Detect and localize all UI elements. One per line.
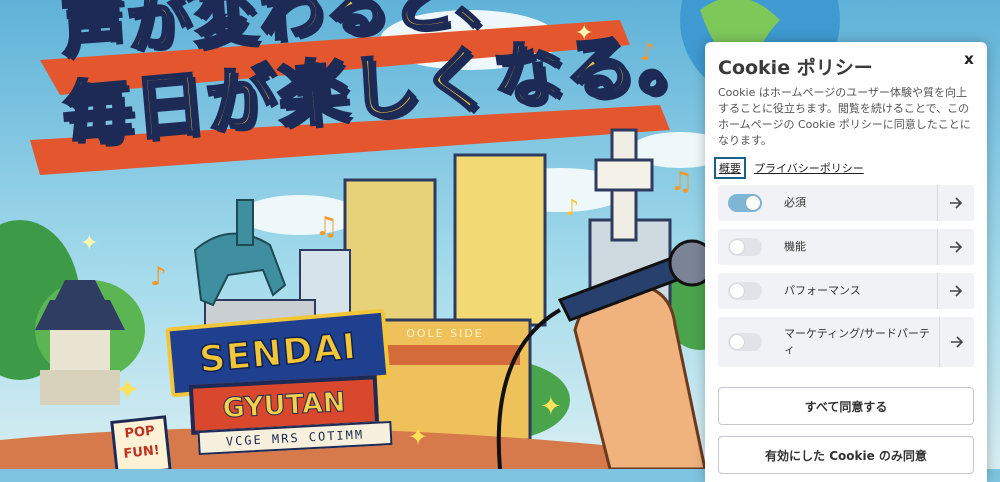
- category-label-marketing: マーケティング/サードパーティ: [784, 327, 930, 356]
- arrow-right-icon[interactable]: [937, 185, 974, 221]
- accept-all-button[interactable]: すべて同意する: [718, 387, 974, 425]
- svg-text:✦: ✦: [115, 373, 140, 408]
- pop-fun-sign: POP FUN!: [110, 415, 172, 469]
- arrow-right-icon[interactable]: [939, 317, 974, 367]
- svg-text:♫: ♫: [670, 167, 693, 197]
- close-icon[interactable]: x: [961, 52, 977, 68]
- cookie-dialog-title: Cookie ポリシー: [718, 57, 873, 79]
- svg-text:♪: ♪: [565, 196, 579, 221]
- category-label-performance: パフォーマンス: [784, 284, 861, 297]
- category-row-performance: パフォーマンス: [718, 273, 974, 309]
- category-label-functional: 機能: [784, 240, 806, 253]
- svg-text:✦: ✦: [408, 423, 428, 451]
- svg-text:♪: ♪: [150, 262, 167, 292]
- category-row-functional: 機能: [718, 229, 974, 265]
- cookie-links: 概要 プライバシーポリシー: [714, 157, 864, 179]
- category-row-marketing: マーケティング/サードパーティ: [718, 317, 974, 367]
- toggle-performance[interactable]: [728, 282, 762, 300]
- privacy-policy-link[interactable]: プライバシーポリシー: [754, 160, 864, 176]
- category-label-necessary: 必須: [784, 196, 806, 209]
- toggle-functional[interactable]: [728, 238, 762, 256]
- accept-selected-button[interactable]: 有効にした Cookie のみ同意: [718, 436, 974, 474]
- arrow-right-icon[interactable]: [937, 229, 974, 265]
- stadium-sign: OOLE SIDE: [406, 327, 484, 340]
- toggle-necessary[interactable]: [728, 194, 762, 212]
- toggle-knob: [730, 240, 744, 254]
- cookie-policy-dialog: x Cookie ポリシー Cookie はホームページのユーザー体験や質を向上…: [705, 42, 987, 482]
- toggle-marketing[interactable]: [728, 333, 762, 351]
- tab-overview[interactable]: 概要: [714, 157, 746, 179]
- arrow-right-icon[interactable]: [937, 273, 974, 309]
- toggle-knob: [730, 335, 744, 349]
- cookie-description: Cookie はホームページのユーザー体験や質を向上することに役立ちます。閲覧を…: [718, 86, 971, 147]
- toggle-knob: [730, 284, 744, 298]
- svg-text:♫: ♫: [315, 212, 338, 242]
- svg-text:✦: ✦: [540, 392, 562, 422]
- svg-text:✦: ✦: [80, 231, 98, 256]
- toggle-knob: [746, 196, 760, 210]
- category-row-necessary: 必須: [718, 185, 974, 221]
